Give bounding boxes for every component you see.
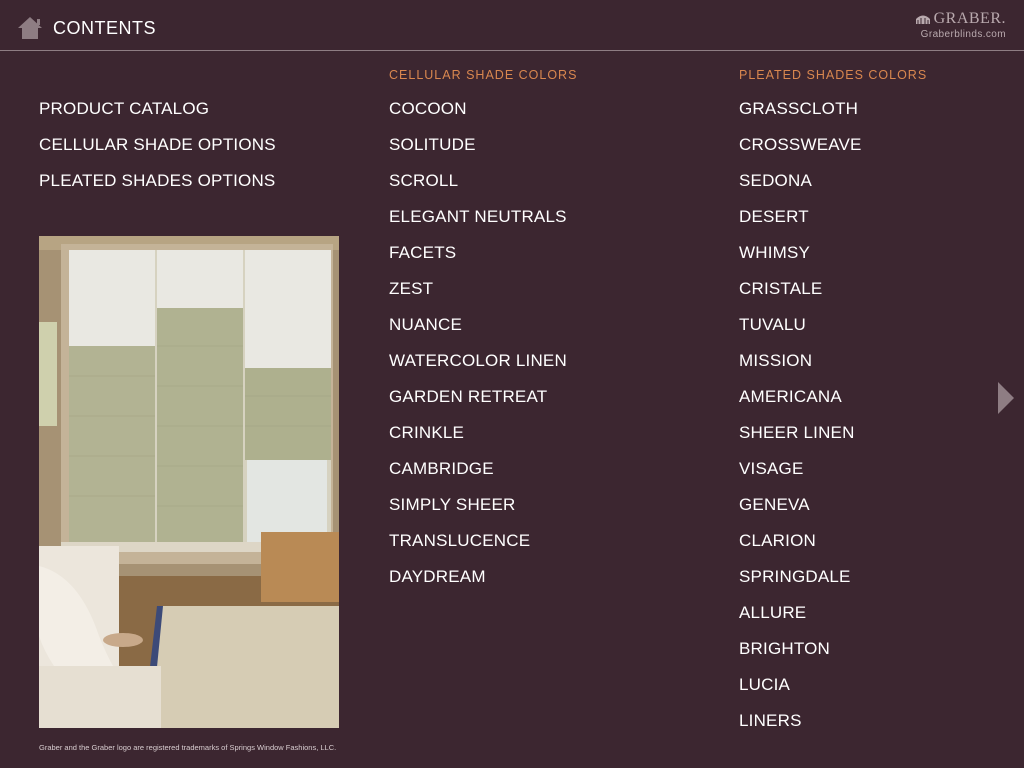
- pleated-item-cristale[interactable]: CRISTALE: [739, 279, 862, 315]
- graber-logo-mark-icon: [915, 15, 930, 24]
- top-bar: CONTENTS GRABER. Graberblinds.com: [0, 0, 1024, 51]
- pleated-item-sheer-linen[interactable]: SHEER LINEN: [739, 423, 862, 459]
- logo-url: Graberblinds.com: [920, 29, 1006, 40]
- room-photo: [39, 236, 339, 728]
- pleated-item-crossweave[interactable]: CROSSWEAVE: [739, 135, 862, 171]
- pleated-item-liners[interactable]: LINERS: [739, 711, 862, 747]
- pleated-heading: PLEATED SHADES COLORS: [739, 68, 928, 82]
- pleated-item-americana[interactable]: AMERICANA: [739, 387, 862, 423]
- logo-name: GRABER.: [933, 10, 1006, 27]
- cellular-item-watercolor-linen[interactable]: WATERCOLOR LINEN: [389, 351, 567, 387]
- nav-item-pleated-shades-options[interactable]: PLEATED SHADES OPTIONS: [39, 171, 276, 207]
- cellular-item-zest[interactable]: ZEST: [389, 279, 567, 315]
- pleated-item-visage[interactable]: VISAGE: [739, 459, 862, 495]
- cellular-item-cocoon[interactable]: COCOON: [389, 99, 567, 135]
- pleated-item-clarion[interactable]: CLARION: [739, 531, 862, 567]
- nav-list: PRODUCT CATALOG CELLULAR SHADE OPTIONS P…: [39, 99, 276, 207]
- home-icon[interactable]: [16, 15, 44, 41]
- pleated-item-tuvalu[interactable]: TUVALU: [739, 315, 862, 351]
- cellular-item-simply-sheer[interactable]: SIMPLY SHEER: [389, 495, 567, 531]
- cellular-item-facets[interactable]: FACETS: [389, 243, 567, 279]
- pleated-item-sedona[interactable]: SEDONA: [739, 171, 862, 207]
- cellular-item-nuance[interactable]: NUANCE: [389, 315, 567, 351]
- trademark-notice: Graber and the Graber logo are registere…: [39, 743, 337, 752]
- cellular-item-elegant-neutrals[interactable]: ELEGANT NEUTRALS: [389, 207, 567, 243]
- pleated-list: GRASSCLOTH CROSSWEAVE SEDONA DESERT WHIM…: [739, 99, 862, 747]
- pleated-item-springdale[interactable]: SPRINGDALE: [739, 567, 862, 603]
- nav-item-cellular-shade-options[interactable]: CELLULAR SHADE OPTIONS: [39, 135, 276, 171]
- pleated-item-geneva[interactable]: GENEVA: [739, 495, 862, 531]
- cellular-heading: CELLULAR SHADE COLORS: [389, 68, 578, 82]
- cellular-list: COCOON SOLITUDE SCROLL ELEGANT NEUTRALS …: [389, 99, 567, 603]
- cellular-item-crinkle[interactable]: CRINKLE: [389, 423, 567, 459]
- page-title: CONTENTS: [53, 18, 156, 38]
- pleated-item-whimsy[interactable]: WHIMSY: [739, 243, 862, 279]
- cellular-item-solitude[interactable]: SOLITUDE: [389, 135, 567, 171]
- cellular-item-translucence[interactable]: TRANSLUCENCE: [389, 531, 567, 567]
- cellular-item-cambridge[interactable]: CAMBRIDGE: [389, 459, 567, 495]
- nav-item-product-catalog[interactable]: PRODUCT CATALOG: [39, 99, 276, 135]
- pleated-item-desert[interactable]: DESERT: [739, 207, 862, 243]
- cellular-item-garden-retreat[interactable]: GARDEN RETREAT: [389, 387, 567, 423]
- cellular-item-scroll[interactable]: SCROLL: [389, 171, 567, 207]
- pleated-item-brighton[interactable]: BRIGHTON: [739, 639, 862, 675]
- pleated-item-lucia[interactable]: LUCIA: [739, 675, 862, 711]
- chevron-right-icon[interactable]: [996, 380, 1016, 416]
- pleated-item-grasscloth[interactable]: GRASSCLOTH: [739, 99, 862, 135]
- graber-logo[interactable]: GRABER. Graberblinds.com: [915, 11, 1006, 40]
- cellular-item-daydream[interactable]: DAYDREAM: [389, 567, 567, 603]
- pleated-item-mission[interactable]: MISSION: [739, 351, 862, 387]
- pleated-item-allure[interactable]: ALLURE: [739, 603, 862, 639]
